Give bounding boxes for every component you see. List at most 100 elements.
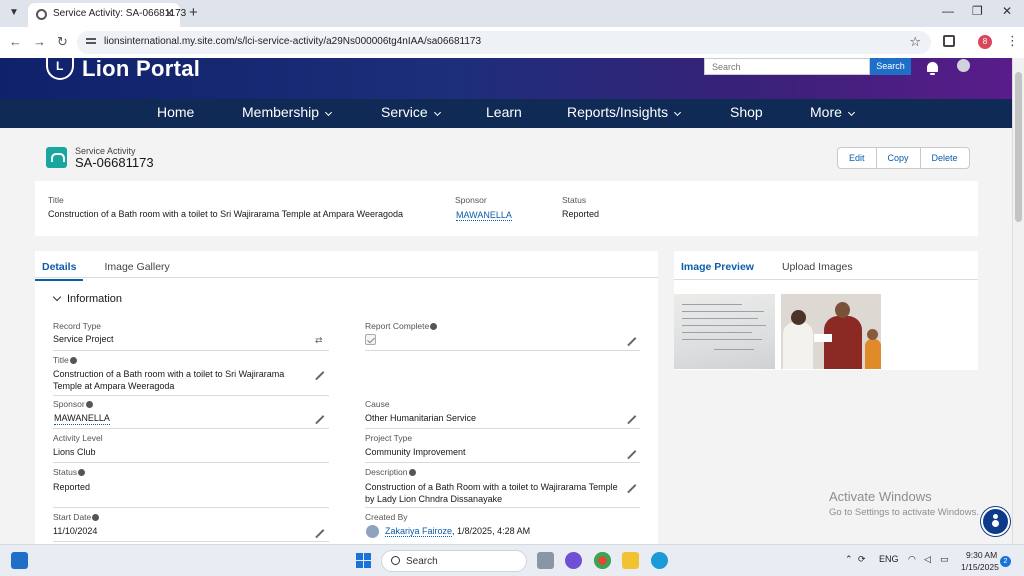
site-info-icon[interactable] (86, 36, 96, 48)
information-section-header[interactable]: Information (52, 292, 122, 305)
info-icon[interactable] (430, 323, 438, 330)
activate-windows-subtitle: Go to Settings to activate Windows. (829, 507, 979, 518)
minimize-icon[interactable]: — (942, 4, 954, 18)
info-icon[interactable] (85, 401, 93, 408)
tab-image-preview[interactable]: Image Preview (674, 254, 761, 281)
sync-icon[interactable]: ⟳ (858, 554, 866, 565)
start-tile (364, 561, 371, 568)
delete-button[interactable]: Delete (921, 148, 969, 168)
tab-upload-images[interactable]: Upload Images (775, 254, 860, 281)
clock-time[interactable]: 9:30 AM (966, 550, 997, 560)
field-divider (53, 462, 329, 463)
sponsor-link[interactable]: MAWANELLA (54, 412, 110, 425)
status-field-value: Reported (53, 482, 91, 492)
nav-shop[interactable]: Shop (730, 104, 763, 120)
clock-date[interactable]: 1/15/2025 (961, 562, 999, 572)
browser-toolbar: ← → ↻ lionsinternational.my.site.com/s/l… (0, 27, 1024, 58)
forward-icon[interactable]: → (33, 34, 46, 49)
widgets-icon[interactable] (11, 552, 28, 569)
accessibility-icon[interactable] (981, 507, 1010, 536)
search-icon (391, 556, 400, 565)
info-icon[interactable] (69, 357, 77, 364)
created-by-user-link[interactable]: Zakariya Fairoze (385, 526, 453, 537)
extensions-icon[interactable] (943, 35, 955, 47)
back-icon[interactable]: ← (9, 34, 22, 49)
lions-logo-icon (46, 58, 74, 80)
tray-overflow-icon[interactable]: ⌃ (845, 554, 853, 565)
field-divider (53, 428, 329, 429)
taskbar-search[interactable]: Search (381, 550, 527, 572)
site-search-button[interactable]: Search (870, 58, 911, 75)
info-icon[interactable] (408, 469, 416, 476)
start-date-label-text: Start Date (53, 512, 92, 522)
created-by-date: , 1/8/2025, 4:28 AM (452, 526, 531, 536)
address-bar[interactable]: lionsinternational.my.site.com/s/lci-ser… (77, 31, 931, 54)
info-icon[interactable] (92, 514, 100, 521)
status-label-text: Status (53, 467, 78, 477)
nav-learn[interactable]: Learn (486, 104, 522, 120)
notification-badge[interactable]: 2 (1000, 556, 1011, 567)
bell-icon[interactable] (927, 62, 938, 75)
scrollbar-thumb[interactable] (1015, 72, 1022, 222)
start-date-value: 11/10/2024 (53, 526, 98, 536)
nav-service[interactable]: Service (381, 104, 447, 120)
document-photo-thumbnail[interactable] (674, 294, 775, 369)
text-line (714, 349, 754, 350)
close-window-icon[interactable]: ✕ (1002, 4, 1012, 18)
edge-icon[interactable] (651, 552, 668, 569)
field-divider (365, 462, 640, 463)
browser-tab[interactable]: Service Activity: SA-06681173 ✕ (28, 3, 186, 27)
windows-taskbar: Search ⌃ ⟳ ENG ◠ ◁ ▭ 9:30 AM 1/15/2025 2 (0, 544, 1024, 576)
highlight-sponsor-link[interactable]: MAWANELLA (456, 210, 512, 221)
description-label: Description (365, 467, 416, 477)
nav-reports-insights[interactable]: Reports/Insights (567, 104, 687, 120)
site-search-input[interactable]: Search (704, 58, 870, 75)
windows-start-icon[interactable] (356, 553, 371, 568)
chrome-icon[interactable] (594, 552, 611, 569)
created-by-value: Zakariya Fairoze, 1/8/2025, 4:28 AM (385, 525, 530, 537)
change-record-type-icon[interactable]: ⇄ (315, 335, 323, 346)
highlight-status-value: Reported (562, 209, 600, 219)
file-explorer-icon[interactable] (622, 552, 639, 569)
user-avatar-icon (366, 525, 379, 538)
nav-membership[interactable]: Membership (242, 104, 338, 120)
report-complete-label: Report Complete (365, 321, 438, 331)
record-type-value: Service Project (53, 334, 114, 344)
copy-button[interactable]: Copy (877, 148, 921, 168)
chevron-down-icon (847, 108, 855, 117)
photo-figure (865, 339, 881, 369)
close-tab-icon[interactable]: ✕ (165, 7, 174, 20)
reload-icon[interactable]: ↻ (57, 34, 68, 50)
battery-icon[interactable]: ▭ (940, 554, 949, 565)
report-complete-label-text: Report Complete (365, 321, 430, 331)
new-tab-icon[interactable]: + (189, 4, 198, 21)
text-line (682, 339, 762, 340)
tab-search-chevron-icon[interactable]: ▼ (6, 5, 22, 21)
profile-avatar[interactable]: 8 (978, 35, 992, 49)
site-logo-text[interactable]: Lion Portal (82, 58, 200, 82)
task-view-icon[interactable] (537, 552, 554, 569)
wifi-icon[interactable]: ◠ (908, 554, 916, 565)
user-avatar-icon[interactable] (957, 59, 970, 72)
text-line (682, 304, 742, 305)
status-field-label: Status (53, 467, 86, 477)
handover-photo-thumbnail[interactable] (781, 294, 881, 369)
teams-chat-icon[interactable] (565, 552, 582, 569)
field-divider (53, 507, 329, 508)
browser-menu-icon[interactable]: ⋮ (1006, 33, 1019, 49)
cause-label: Cause (365, 399, 390, 409)
highlight-title-label: Title (48, 195, 64, 205)
chevron-down-icon (52, 292, 62, 302)
language-indicator[interactable]: ENG (879, 554, 899, 564)
text-line (682, 332, 752, 333)
volume-icon[interactable]: ◁ (924, 554, 931, 565)
nav-more[interactable]: More (810, 104, 861, 120)
edit-button[interactable]: Edit (838, 148, 877, 168)
nav-service-label: Service (381, 104, 428, 120)
info-icon[interactable] (78, 469, 86, 476)
title-field-value: Construction of a Bath room with a toile… (53, 369, 285, 391)
page-scrollbar[interactable] (1012, 58, 1024, 544)
restore-icon[interactable]: ❐ (972, 4, 983, 18)
nav-home[interactable]: Home (157, 104, 194, 120)
bookmark-star-icon[interactable]: ☆ (909, 34, 921, 50)
